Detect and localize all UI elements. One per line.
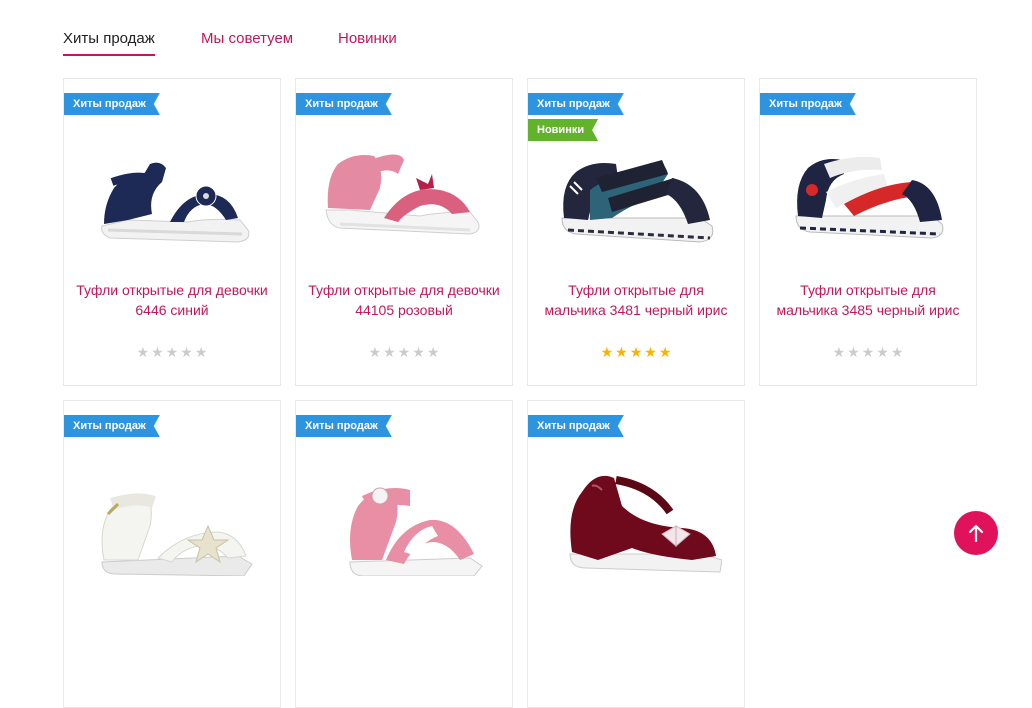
star-icon: ★ — [832, 344, 846, 360]
star-icon: ★ — [136, 344, 150, 360]
product-card[interactable]: Хиты продаж Туфли открытые для девочки 4… — [295, 78, 513, 386]
bestseller-badge: Хиты продаж — [296, 93, 392, 115]
product-card[interactable]: Хиты продаж Туфли открытые для девочки 6… — [63, 78, 281, 386]
star-icon: ★ — [151, 344, 164, 360]
product-image[interactable] — [320, 456, 490, 576]
product-card[interactable]: Хиты продаж — [527, 400, 745, 708]
arrow-up-icon — [968, 524, 984, 543]
star-icon: ★ — [847, 344, 860, 360]
star-icon: ★ — [629, 344, 643, 360]
star-icon: ★ — [658, 344, 672, 360]
star-icon: ★ — [180, 344, 193, 360]
tab-recommended[interactable]: Мы советуем — [201, 28, 293, 50]
rating-stars: ★ ★ ★ ★ ★ — [528, 344, 744, 360]
product-title[interactable]: Туфли открытые для мальчика 3481 черный … — [536, 280, 736, 320]
product-card[interactable]: Хиты продаж — [295, 400, 513, 708]
rating-stars: ★ ★ ★ ★ ★ — [760, 344, 976, 360]
bestseller-badge: Хиты продаж — [296, 415, 392, 437]
product-image[interactable] — [88, 456, 258, 576]
product-image[interactable] — [552, 134, 722, 254]
bestseller-badge: Хиты продаж — [64, 415, 160, 437]
bestseller-badge: Хиты продаж — [528, 415, 624, 437]
product-image[interactable] — [552, 456, 722, 576]
star-icon: ★ — [861, 344, 875, 360]
star-icon: ★ — [890, 344, 904, 360]
product-image[interactable] — [784, 134, 954, 254]
bestseller-badge: Хиты продаж — [528, 93, 624, 115]
star-icon: ★ — [876, 344, 889, 360]
bestseller-badge: Хиты продаж — [64, 93, 160, 115]
product-title[interactable]: Туфли открытые для девочки 44105 розовый — [304, 280, 504, 320]
tab-new[interactable]: Новинки — [338, 28, 397, 50]
product-image[interactable] — [88, 134, 258, 254]
star-icon: ★ — [165, 344, 179, 360]
star-icon: ★ — [194, 344, 208, 360]
star-icon: ★ — [383, 344, 396, 360]
star-icon: ★ — [644, 344, 657, 360]
star-icon: ★ — [600, 344, 614, 360]
bestseller-badge: Хиты продаж — [760, 93, 856, 115]
product-card[interactable]: Хиты продаж — [63, 400, 281, 708]
star-icon: ★ — [426, 344, 440, 360]
star-icon: ★ — [615, 344, 628, 360]
product-card[interactable]: Хиты продаж Новинки Туфли открытые для м… — [527, 78, 745, 386]
product-card[interactable]: Хиты продаж Туфли открытые для мальчика … — [759, 78, 977, 386]
star-icon: ★ — [397, 344, 411, 360]
rating-stars: ★ ★ ★ ★ ★ — [296, 344, 512, 360]
star-icon: ★ — [412, 344, 425, 360]
tab-bestsellers[interactable]: Хиты продаж — [63, 28, 155, 56]
product-title[interactable]: Туфли открытые для мальчика 3485 черный … — [768, 280, 968, 320]
scroll-to-top-button[interactable] — [954, 511, 998, 555]
star-icon: ★ — [368, 344, 382, 360]
rating-stars: ★ ★ ★ ★ ★ — [64, 344, 280, 360]
product-image[interactable] — [320, 134, 490, 254]
product-title[interactable]: Туфли открытые для девочки 6446 синий — [72, 280, 272, 320]
